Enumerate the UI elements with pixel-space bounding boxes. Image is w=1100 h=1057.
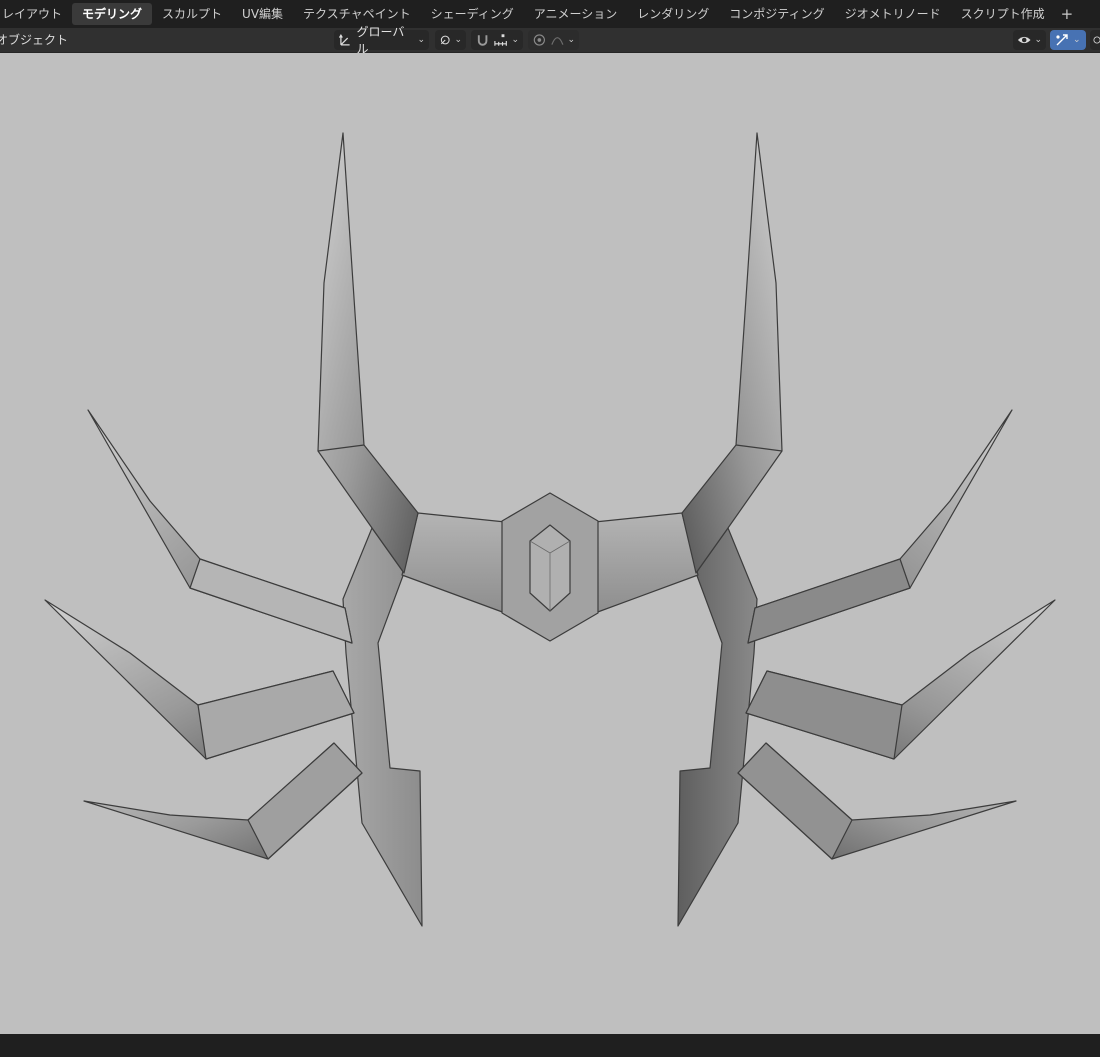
right-horn-3-base <box>737 742 853 860</box>
tab-workspace[interactable]: レイアウト <box>0 3 72 25</box>
eye-icon <box>1017 36 1031 44</box>
3d-viewport[interactable] <box>0 53 1100 1034</box>
gizmo-icon <box>1056 34 1068 46</box>
proportional-editing-toggle[interactable]: ⌄ <box>528 30 579 50</box>
right-blade-plate <box>677 527 758 927</box>
overlay-icon <box>1093 36 1100 44</box>
status-bar <box>0 1034 1100 1057</box>
snap-increment-icon <box>494 34 508 46</box>
tab-workspace[interactable]: アニメーション <box>524 3 628 25</box>
chevron-down-icon: ⌄ <box>1073 35 1081 45</box>
left-upper-horn <box>317 132 419 574</box>
left-horn-1-base <box>189 558 353 644</box>
tab-workspace[interactable]: モデリング <box>72 3 153 25</box>
chevron-down-icon: ⌄ <box>567 35 575 45</box>
left-horn-3-base <box>247 742 363 860</box>
tab-workspace[interactable]: スクリプト作成 <box>951 3 1055 25</box>
visibility-dropdown[interactable]: ⌄ <box>1013 30 1046 50</box>
workspace-tab-bar: レイアウト モデリング スカルプト UV編集 テクスチャペイント シェーディング アニメーシ… <box>0 0 1100 28</box>
magnet-icon <box>477 35 488 46</box>
orientation-axes-icon <box>338 34 350 46</box>
tab-workspace[interactable]: コンポジティング <box>719 3 834 25</box>
proportional-icon <box>533 34 545 46</box>
tab-workspace[interactable]: テクスチャペイント <box>293 3 421 25</box>
gizmo-toggle[interactable]: ⌄ <box>1050 30 1086 50</box>
left-blade-plate <box>342 527 423 927</box>
transform-orientation-dropdown[interactable]: グローバル ⌄ <box>334 25 429 56</box>
crown-mesh-model[interactable] <box>0 53 1100 1034</box>
tab-workspace[interactable]: UV編集 <box>232 3 293 25</box>
center-band-left <box>401 512 516 614</box>
falloff-curve-icon <box>551 37 564 45</box>
chevron-down-icon: ⌄ <box>1034 35 1042 45</box>
pivot-icon <box>440 35 450 45</box>
chevron-down-icon: ⌄ <box>454 35 462 45</box>
snap-dropdown[interactable]: ⌄ <box>471 30 523 50</box>
workspace-tabs: レイアウト モデリング スカルプト UV編集 テクスチャペイント シェーディング アニメーシ… <box>0 0 1079 28</box>
center-band-right <box>584 512 699 614</box>
add-workspace-button[interactable]: + <box>1055 3 1080 25</box>
object-mode-label[interactable]: オブジェクト <box>0 28 68 52</box>
overlay-toggle[interactable] <box>1090 30 1100 50</box>
right-upper-horn <box>681 132 783 574</box>
tab-workspace[interactable]: シェーディング <box>421 3 524 25</box>
chevron-down-icon: ⌄ <box>417 35 425 45</box>
pivot-point-dropdown[interactable]: ⌄ <box>435 30 466 50</box>
tab-workspace[interactable]: ジオメトリノード <box>835 3 951 25</box>
tab-workspace[interactable]: スカルプト <box>152 3 232 25</box>
orientation-label: グローバル <box>356 25 405 56</box>
viewport-header: オブジェクト グローバル ⌄ ⌄ ⌄ ⌄ ⌄ ⌄ <box>0 25 1100 56</box>
tab-workspace[interactable]: レンダリング <box>627 3 719 25</box>
right-horn-1-base <box>747 558 911 644</box>
chevron-down-icon: ⌄ <box>511 35 519 45</box>
